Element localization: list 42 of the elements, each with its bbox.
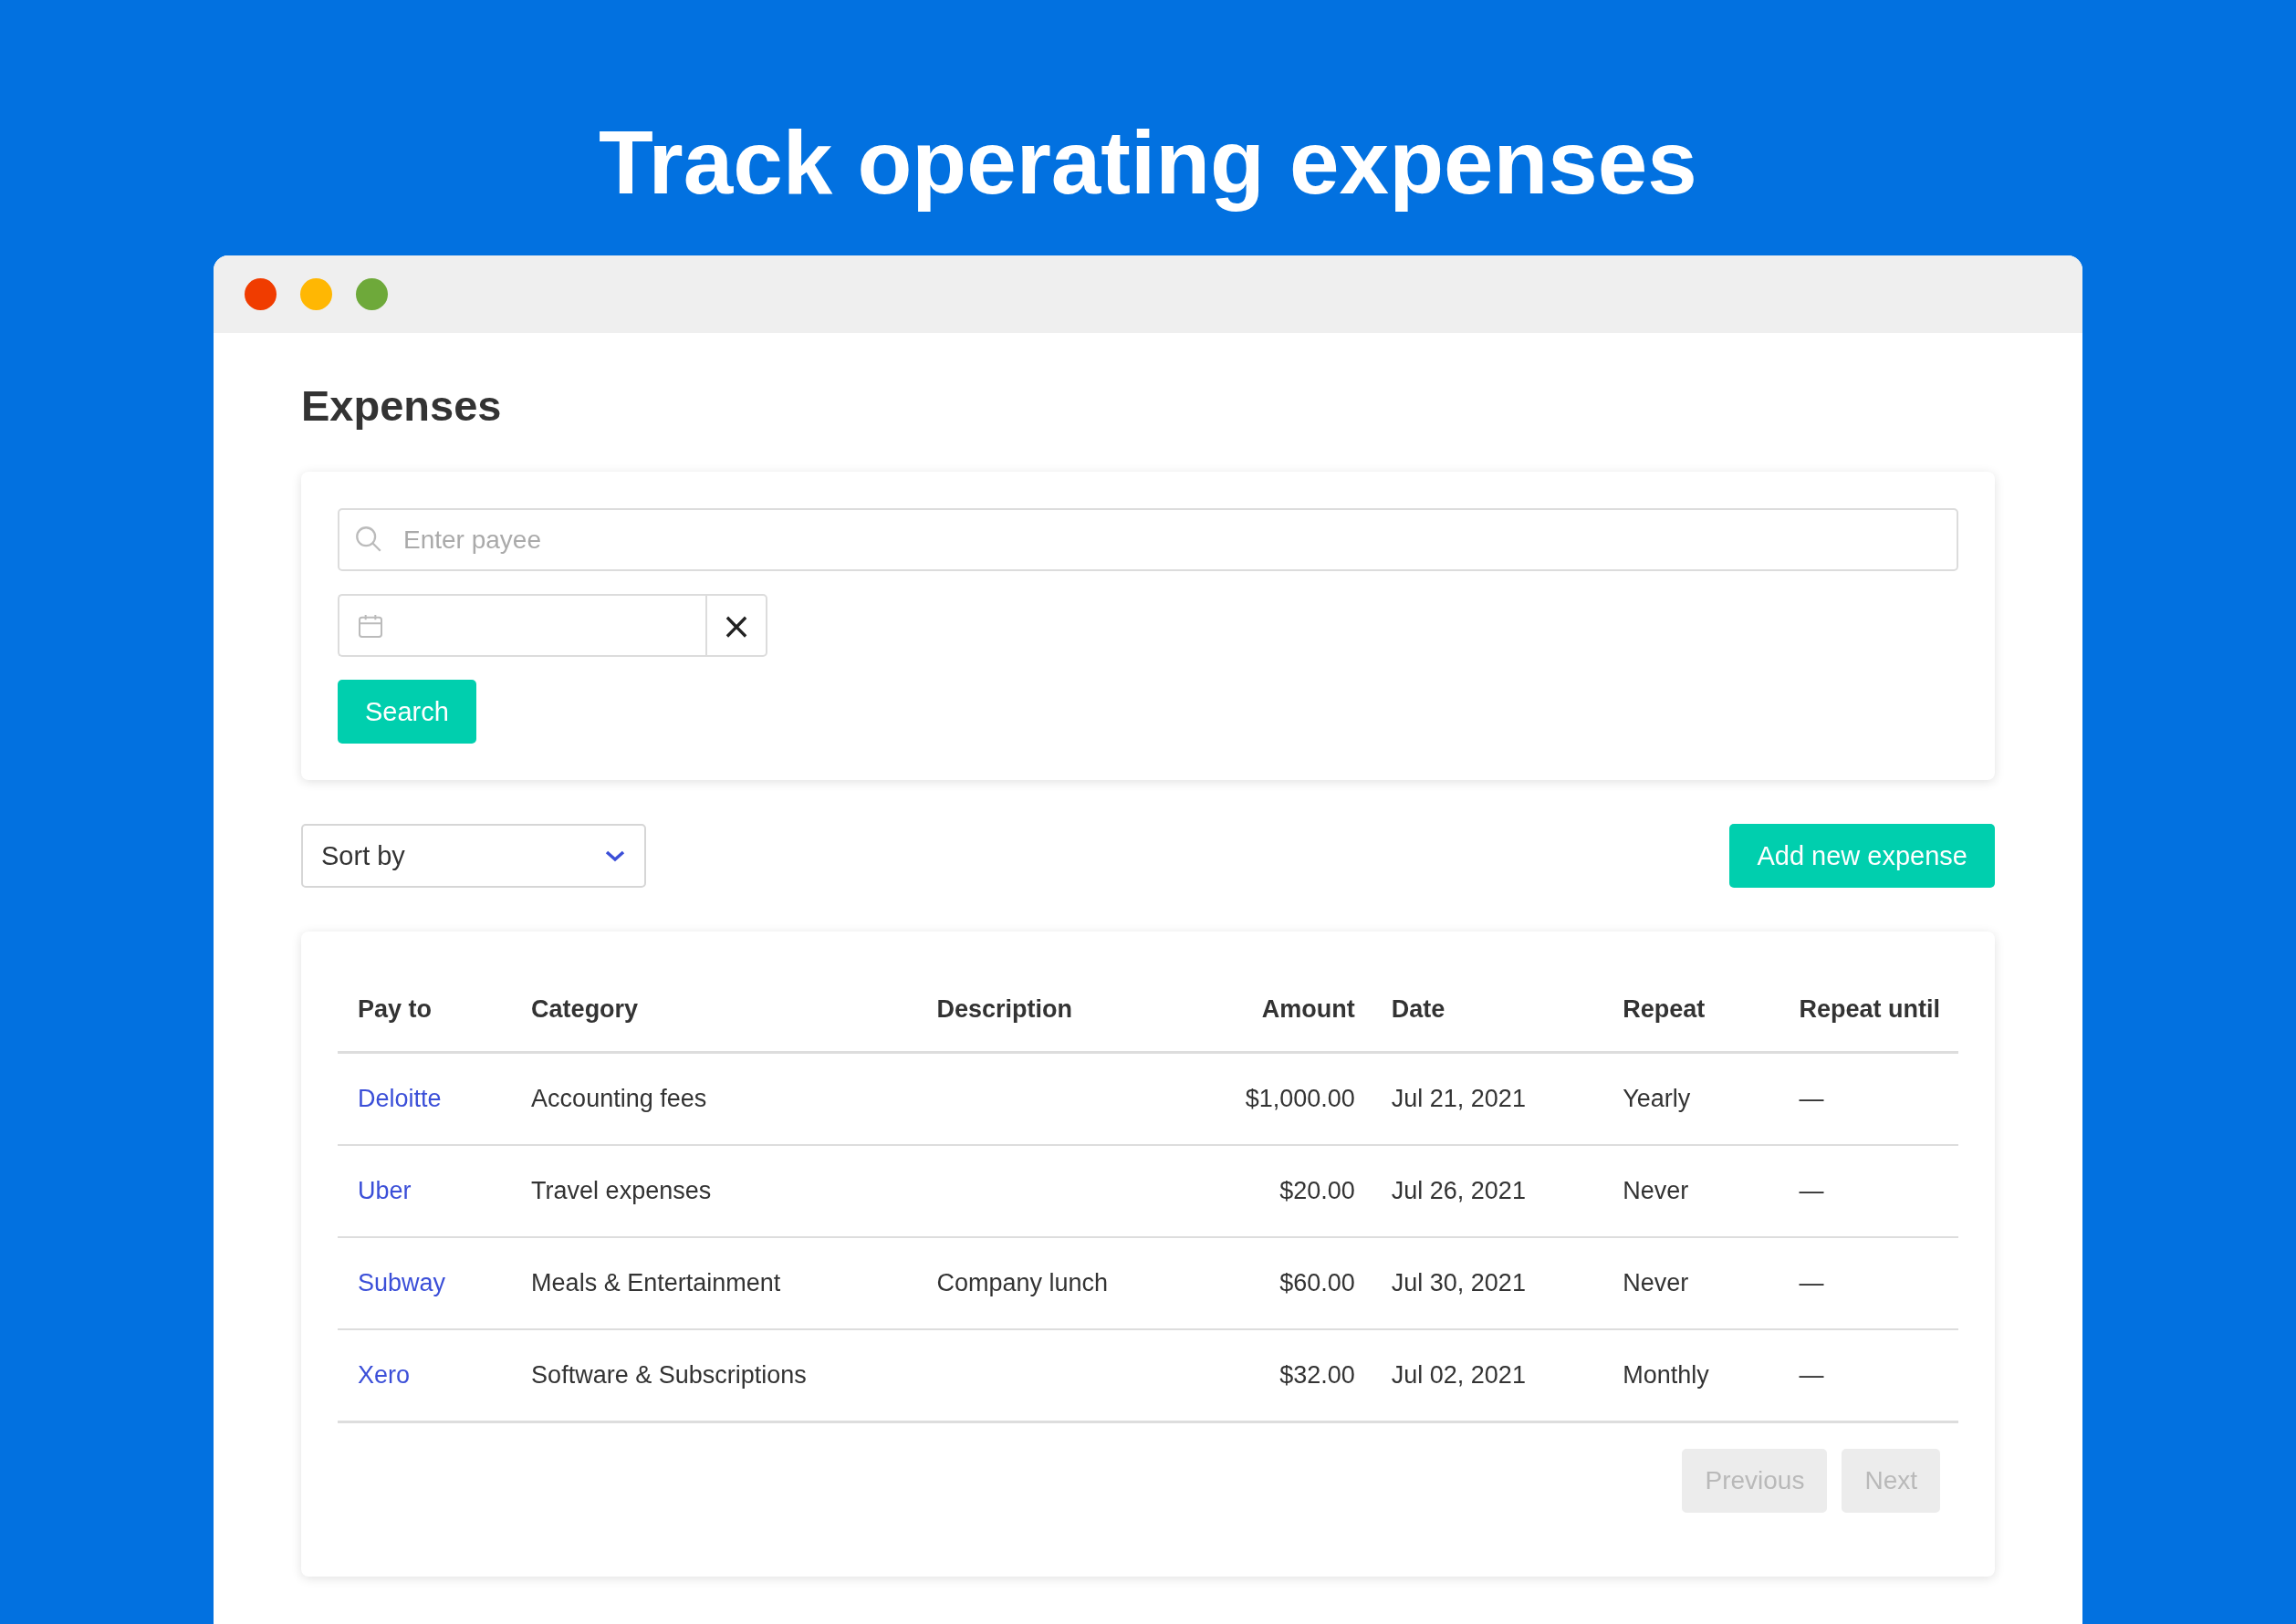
- column-header: Description: [918, 968, 1227, 1053]
- table-cell: Software & Subscriptions: [531, 1361, 807, 1389]
- table-cell: Yearly: [1623, 1085, 1691, 1112]
- table-cell: —: [1799, 1085, 1824, 1112]
- column-header: Category: [513, 968, 919, 1053]
- table-cell: Jul 02, 2021: [1391, 1361, 1526, 1389]
- table-cell: Never: [1623, 1177, 1689, 1204]
- chevron-down-icon: [604, 848, 626, 863]
- clear-date-button[interactable]: ×: [705, 594, 767, 657]
- table-cell: $32.00: [1279, 1361, 1355, 1389]
- payee-link[interactable]: Uber: [358, 1177, 412, 1204]
- table-cell: Meals & Entertainment: [531, 1269, 781, 1296]
- date-field[interactable]: [338, 594, 705, 657]
- payee-link[interactable]: Deloitte: [358, 1085, 442, 1112]
- table-cell: Company lunch: [936, 1269, 1109, 1296]
- table-cell: $60.00: [1279, 1269, 1355, 1296]
- table-cell: —: [1799, 1361, 1824, 1389]
- payee-search-field[interactable]: Enter payee: [338, 508, 1958, 571]
- table-cell: Jul 21, 2021: [1391, 1085, 1526, 1112]
- payee-link[interactable]: Xero: [358, 1361, 411, 1389]
- table-cell: —: [1799, 1177, 1824, 1204]
- close-window-icon[interactable]: [245, 278, 277, 310]
- table-cell: Travel expenses: [531, 1177, 712, 1204]
- column-header: Repeat until: [1780, 968, 1958, 1053]
- table-cell: Never: [1623, 1269, 1689, 1296]
- payee-link[interactable]: Subway: [358, 1269, 446, 1296]
- maximize-window-icon[interactable]: [356, 278, 388, 310]
- table-cell: Jul 26, 2021: [1391, 1177, 1526, 1204]
- column-header: Amount: [1226, 968, 1373, 1053]
- column-header: Repeat: [1604, 968, 1781, 1053]
- table-cell: Monthly: [1623, 1361, 1709, 1389]
- minimize-window-icon[interactable]: [300, 278, 332, 310]
- table-cell: —: [1799, 1269, 1824, 1296]
- table-cell: Accounting fees: [531, 1085, 707, 1112]
- column-header: Pay to: [338, 968, 514, 1053]
- column-header: Date: [1372, 968, 1605, 1053]
- table-cell: Jul 30, 2021: [1391, 1269, 1526, 1296]
- sort-by-dropdown[interactable]: Sort by: [301, 824, 646, 888]
- table-cell: $20.00: [1279, 1177, 1355, 1204]
- headline: Track operating expenses: [599, 111, 1697, 214]
- table-cell: $1,000.00: [1245, 1085, 1355, 1112]
- page-title: Expenses: [301, 380, 503, 432]
